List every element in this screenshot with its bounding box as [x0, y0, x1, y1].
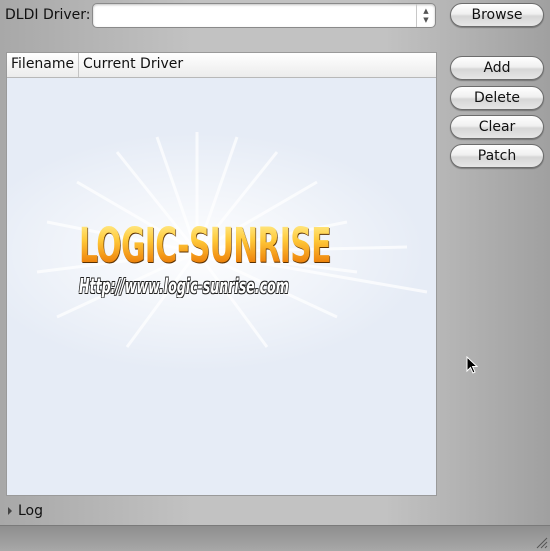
log-label[interactable]: Log	[18, 503, 43, 519]
column-header-filename[interactable]: Filename	[7, 53, 79, 77]
add-button[interactable]: Add	[450, 56, 544, 80]
expander-triangle-icon[interactable]	[8, 507, 12, 515]
browse-button[interactable]: Browse	[450, 3, 544, 27]
clear-button[interactable]: Clear	[450, 115, 544, 139]
spin-arrows-icon[interactable]: ▲ ▼	[416, 4, 435, 27]
logo-url-text: Http://www.logic-sunrise.com	[79, 274, 289, 298]
resize-grip-icon[interactable]	[536, 537, 548, 549]
dldi-driver-input[interactable]	[97, 5, 419, 28]
log-expander[interactable]: Log	[8, 503, 43, 519]
mouse-pointer-icon	[466, 356, 478, 374]
status-bar	[0, 525, 550, 551]
delete-button[interactable]: Delete	[450, 86, 544, 110]
dldi-driver-label: DLDI Driver:	[5, 7, 91, 23]
patch-button[interactable]: Patch	[450, 144, 544, 168]
spin-down-icon[interactable]: ▼	[423, 16, 428, 25]
dldi-driver-combobox[interactable]: ▲ ▼	[92, 3, 436, 28]
list-header: Filename Current Driver	[7, 53, 436, 78]
file-list[interactable]: Filename Current Driver LOGIC-SUNRISE Ht…	[6, 52, 437, 496]
logo-sunrise-text: LOGIC-SUNRISE	[79, 218, 331, 274]
spin-up-icon[interactable]: ▲	[423, 7, 428, 16]
column-header-current-driver[interactable]: Current Driver	[79, 53, 436, 77]
